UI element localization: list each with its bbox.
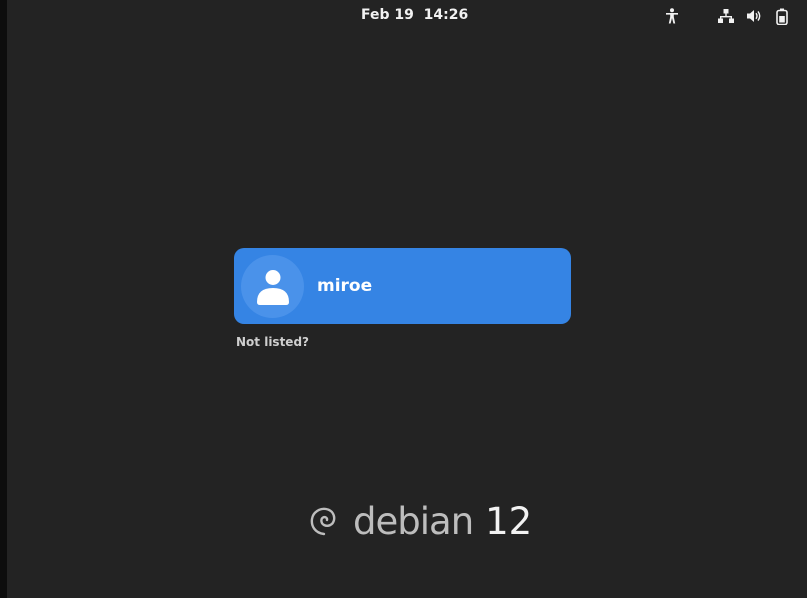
debian-swirl-icon <box>310 507 336 536</box>
debian-branding: debian 12 <box>309 498 532 542</box>
user-list-item[interactable]: miroe <box>234 248 571 324</box>
date-time-display[interactable]: Feb 19 14:26 <box>361 7 468 23</box>
user-avatar-icon <box>241 255 304 318</box>
accessibility-icon[interactable] <box>663 7 681 25</box>
date-label: Feb 19 <box>361 7 414 23</box>
not-listed-link[interactable]: Not listed? <box>236 335 309 349</box>
top-bar: Feb 19 14:26 <box>7 0 807 32</box>
distro-version: 12 <box>485 500 533 543</box>
battery-icon[interactable] <box>773 7 791 25</box>
volume-icon[interactable] <box>745 7 763 25</box>
screen-left-edge <box>0 0 7 598</box>
time-label: 14:26 <box>423 7 469 23</box>
network-wired-icon[interactable] <box>717 7 735 25</box>
distro-name: debian <box>353 500 474 543</box>
username-label: miroe <box>317 276 373 296</box>
